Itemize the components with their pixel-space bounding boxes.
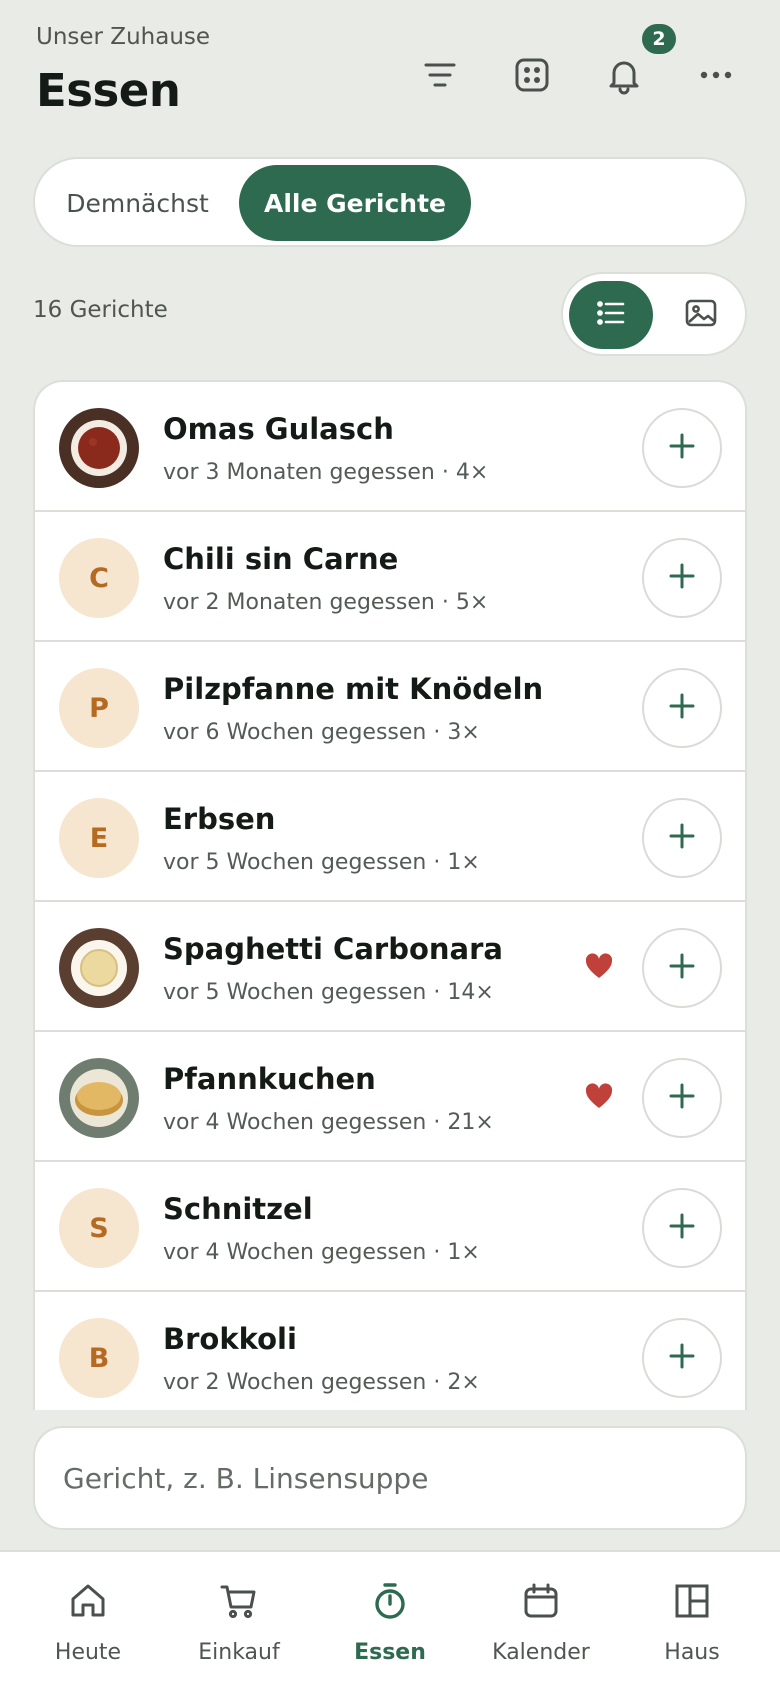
page-title: Essen [36,64,181,117]
meal-list: Omas Gulasch vor 3 Monaten gegessen · 4× C… [33,380,747,1410]
nav-label: Haus [664,1640,720,1665]
plus-icon [667,431,697,465]
add-to-plan-button[interactable] [642,668,722,748]
meal-last-eaten: vor 2 Wochen gegessen · 2× [163,1370,480,1395]
image-view-button[interactable] [663,281,739,349]
nav-kalender[interactable]: Kalender [463,1552,619,1688]
meal-row[interactable]: B Brokkoli vor 2 Wochen gegessen · 2× [35,1292,745,1410]
nav-label: Heute [54,1640,122,1665]
plus-icon [667,951,697,985]
grid-icon[interactable] [507,50,557,100]
list-icon [594,296,628,334]
add-to-plan-button[interactable] [642,1058,722,1138]
add-to-plan-button[interactable] [642,408,722,488]
nav-haus[interactable]: Haus [614,1552,770,1688]
meal-row[interactable]: E Erbsen vor 5 Wochen gegessen · 1× [35,772,745,902]
meal-name: Pfannkuchen [163,1062,376,1096]
nav-label: Essen [354,1640,426,1665]
add-to-plan-button[interactable] [642,538,722,618]
meal-name: Pilzpfanne mit Knödeln [163,672,544,706]
nav-label: Kalender [492,1640,590,1665]
tab-all-meals[interactable]: Alle Gerichte [239,165,471,241]
bottom-nav: Heute Einkauf Essen Kalender Haus [0,1550,780,1688]
meal-row[interactable]: Omas Gulasch vor 3 Monaten gegessen · 4× [35,382,745,512]
meal-initial-avatar: B [59,1318,139,1398]
meal-row[interactable]: S Schnitzel vor 4 Wochen gegessen · 1× [35,1162,745,1292]
home-icon [63,1576,113,1626]
meal-initial-avatar: P [59,668,139,748]
timer-icon [365,1576,415,1626]
plus-icon [667,561,697,595]
meal-last-eaten: vor 6 Wochen gegessen · 3× [163,720,480,745]
meal-initial-avatar: E [59,798,139,878]
meal-name: Schnitzel [163,1192,313,1226]
notification-badge: 2 [642,24,676,54]
meal-last-eaten: vor 5 Wochen gegessen · 14× [163,980,494,1005]
meal-initial-avatar: C [59,538,139,618]
nav-heute[interactable]: Heute [10,1552,166,1688]
plus-icon [667,1341,697,1375]
add-to-plan-button[interactable] [642,1188,722,1268]
calendar-icon [516,1576,566,1626]
favorite-heart-icon [584,952,614,980]
meal-last-eaten: vor 4 Wochen gegessen · 21× [163,1110,494,1135]
view-tabs: Demnächst Alle Gerichte [33,157,747,247]
add-to-plan-button[interactable] [642,798,722,878]
meal-initial-avatar: S [59,1188,139,1268]
add-to-plan-button[interactable] [642,1318,722,1398]
tab-upcoming[interactable]: Demnächst [35,165,240,241]
view-toggle [561,272,747,356]
meal-row[interactable]: Spaghetti Carbonara vor 5 Wochen gegessen… [35,902,745,1032]
add-to-plan-button[interactable] [642,928,722,1008]
header: Unser Zuhause Essen 2 [0,0,780,140]
more-icon[interactable] [691,50,741,100]
filter-icon[interactable] [415,50,465,100]
plus-icon [667,821,697,855]
household-name: Unser Zuhause [36,24,211,50]
meal-photo [59,928,139,1008]
favorite-heart-icon [584,1082,614,1110]
meal-last-eaten: vor 3 Monaten gegessen · 4× [163,460,489,485]
plus-icon [667,691,697,725]
layout-icon [667,1576,717,1626]
meal-photo [59,1058,139,1138]
meal-name: Spaghetti Carbonara [163,932,503,966]
nav-essen[interactable]: Essen [312,1552,468,1688]
meal-row[interactable]: C Chili sin Carne vor 2 Monaten gegessen ·… [35,512,745,642]
nav-label: Einkauf [198,1640,280,1665]
meal-count: 16 Gerichte [33,297,168,323]
meal-row[interactable]: P Pilzpfanne mit Knödeln vor 6 Wochen gege… [35,642,745,772]
meal-last-eaten: vor 5 Wochen gegessen · 1× [163,850,480,875]
meal-name: Omas Gulasch [163,412,394,446]
list-view-button[interactable] [569,281,653,349]
meal-name: Erbsen [163,802,276,836]
new-meal-input[interactable] [33,1426,747,1530]
meal-row[interactable]: Pfannkuchen vor 4 Wochen gegessen · 21× [35,1032,745,1162]
meal-last-eaten: vor 2 Monaten gegessen · 5× [163,590,489,615]
bell-icon[interactable] [599,50,649,100]
cart-icon [214,1576,264,1626]
meal-last-eaten: vor 4 Wochen gegessen · 1× [163,1240,480,1265]
image-icon [684,296,718,334]
meal-name: Chili sin Carne [163,542,399,576]
meal-photo [59,408,139,488]
plus-icon [667,1081,697,1115]
meal-name: Brokkoli [163,1322,297,1356]
app-root: Unser Zuhause Essen 2 Demnächst Alle Ger… [0,0,780,1688]
plus-icon [667,1211,697,1245]
nav-einkauf[interactable]: Einkauf [161,1552,317,1688]
